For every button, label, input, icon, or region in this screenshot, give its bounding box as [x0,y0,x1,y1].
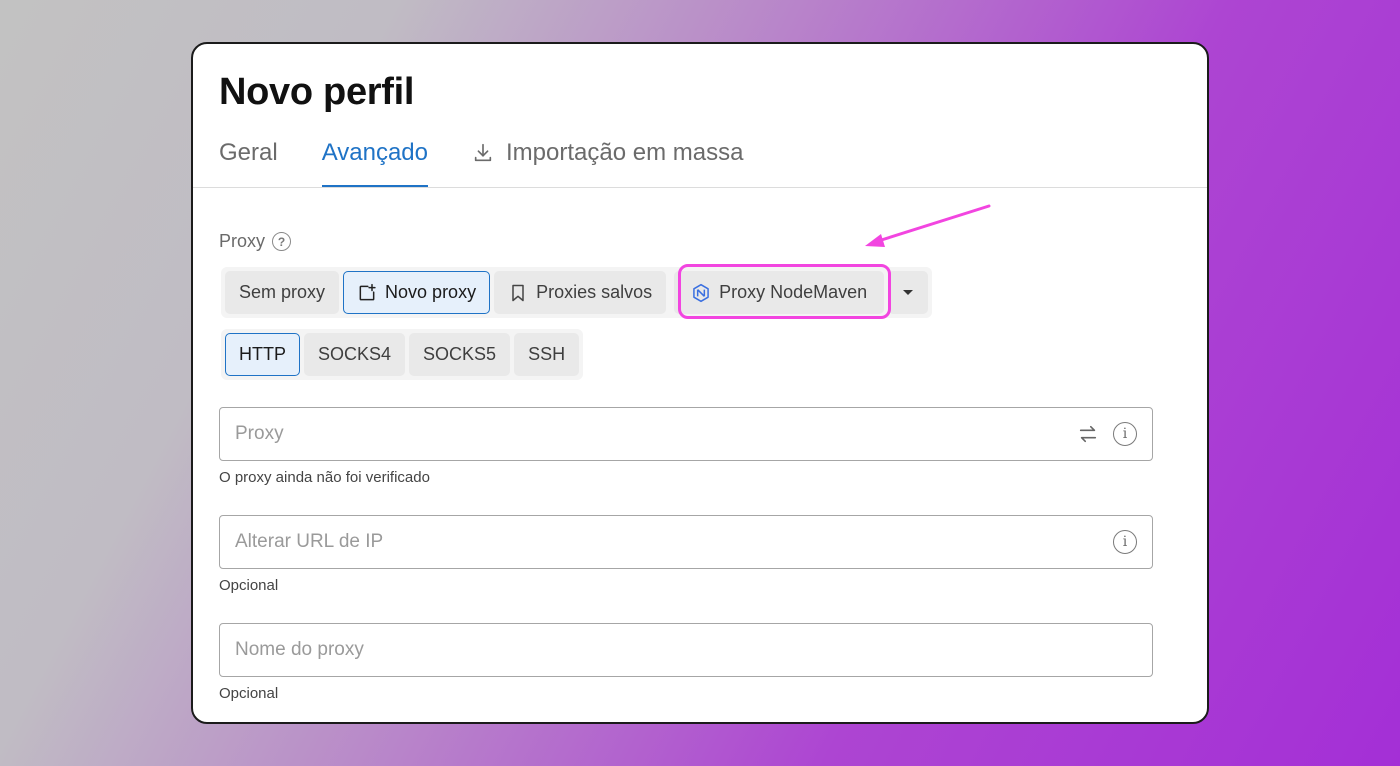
type-http-button[interactable]: HTTP [225,333,300,376]
tab-bulk-import[interactable]: Importação em massa [472,136,743,188]
tab-bar: Geral Avançado Importação em massa [219,136,743,188]
proxy-section-label: Proxy ? [219,231,292,252]
proxy-name-field [219,623,1153,677]
tab-bulk-import-label: Importação em massa [506,139,744,166]
saved-proxies-button[interactable]: Proxies salvos [494,271,667,314]
proxy-field: i [219,407,1153,461]
proxy-name-input[interactable] [235,639,1137,661]
help-icon[interactable]: ? [272,232,292,251]
proxy-type-selector: HTTP SOCKS4 SOCKS5 SSH [221,329,584,380]
type-ssh-label: SSH [528,344,566,364]
proxy-helper-text: O proxy ainda não foi verificado [219,469,430,486]
saved-proxies-label: Proxies salvos [536,282,653,302]
type-socks5-label: SOCKS5 [423,344,497,364]
type-socks5-button[interactable]: SOCKS5 [409,333,511,376]
info-icon[interactable]: i [1113,422,1137,446]
annotation-arrow-icon [865,204,991,247]
info-icon[interactable]: i [1113,530,1137,554]
download-icon [474,143,492,162]
tab-advanced-label: Avançado [321,139,428,166]
nodemaven-proxy-button[interactable]: Proxy NodeMaven [674,271,885,314]
more-options-dropdown[interactable] [888,271,929,314]
tab-advanced[interactable]: Avançado [321,136,429,188]
nodemaven-logo-icon [693,283,709,302]
dialog-title: Novo perfil [219,71,415,113]
bookmark-icon [512,284,524,301]
proxy-name-helper-text: Opcional [219,685,279,702]
new-proxy-button[interactable]: Novo proxy [343,271,491,314]
no-proxy-button[interactable]: Sem proxy [225,271,340,314]
proxy-input[interactable] [235,423,1077,445]
swap-icon[interactable] [1077,423,1099,445]
tab-general-label: Geral [219,139,278,166]
type-socks4-button[interactable]: SOCKS4 [304,333,406,376]
change-ip-url-helper-text: Opcional [219,577,279,594]
nodemaven-proxy-label: Proxy NodeMaven [719,282,868,302]
tab-general[interactable]: Geral [219,136,278,188]
change-ip-url-field: i [219,515,1153,569]
new-profile-dialog: Novo perfil Geral Avançado Importação em… [191,42,1209,724]
proxy-label-text: Proxy [219,231,266,251]
no-proxy-label: Sem proxy [239,282,326,302]
change-ip-url-input[interactable] [235,531,1113,553]
chevron-down-icon [903,290,914,295]
type-socks4-label: SOCKS4 [318,344,392,364]
type-http-label: HTTP [239,344,286,364]
tab-divider [193,187,1207,188]
new-item-icon [359,283,376,300]
proxy-mode-selector: Sem proxy Novo proxy Proxies salvos Prox… [221,267,933,318]
new-proxy-label: Novo proxy [385,282,477,302]
type-ssh-button[interactable]: SSH [514,333,580,376]
